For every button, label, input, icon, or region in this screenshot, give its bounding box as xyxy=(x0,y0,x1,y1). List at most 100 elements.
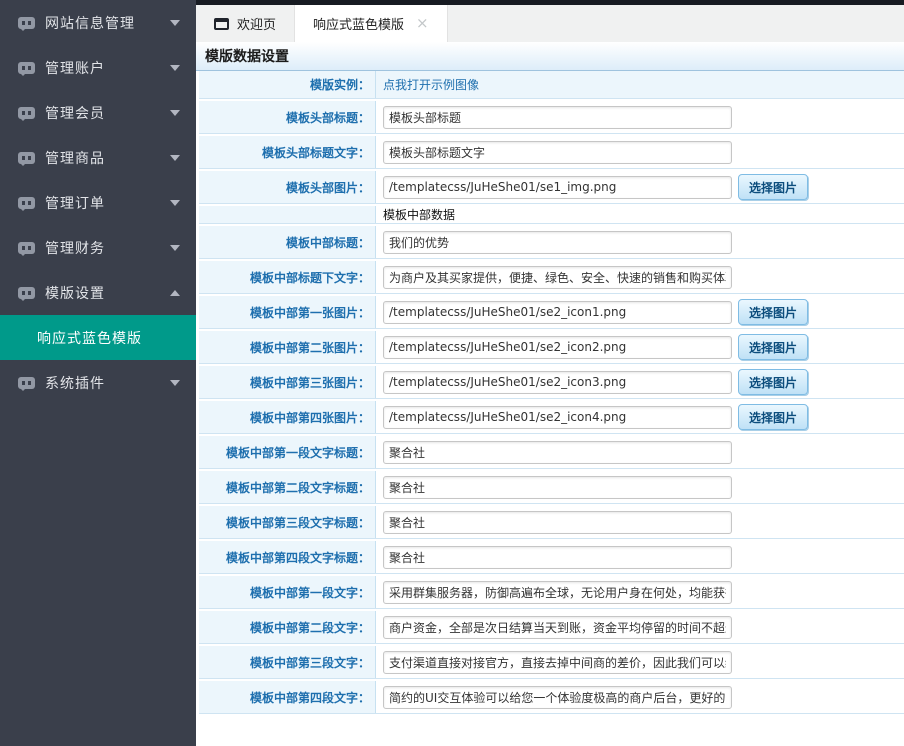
field-label: 模板中部标题下文字： xyxy=(199,261,376,293)
form-row-header-image: 模板头部图片： 选择图片 xyxy=(199,171,904,204)
field-label: 模板中部第三段文字： xyxy=(199,646,376,678)
middle-text-4-input[interactable] xyxy=(383,686,732,709)
sidebar-subitem-blue-template-active[interactable]: 响应式蓝色模版 xyxy=(0,315,196,360)
choose-image-button[interactable]: 选择图片 xyxy=(738,369,808,395)
header-title-text-input[interactable] xyxy=(383,141,732,164)
choose-image-button[interactable]: 选择图片 xyxy=(738,174,808,200)
sidebar-item-label: 模版设置 xyxy=(45,283,105,303)
sidebar-item-site-info[interactable]: 网站信息管理 xyxy=(0,0,196,45)
sidebar-item-template-settings[interactable]: 模版设置 xyxy=(0,270,196,315)
form-row-middle-text-1: 模板中部第一段文字： xyxy=(199,576,904,609)
header-title-input[interactable] xyxy=(383,106,732,129)
field-label: 模板中部第二段文字： xyxy=(199,611,376,643)
app-window: 网站信息管理 管理账户 管理会员 管理商品 管理订单 管理财务 xyxy=(0,0,904,746)
form-row-middle-text-4: 模板中部第四段文字： xyxy=(199,681,904,714)
middle-text-1-input[interactable] xyxy=(383,581,732,604)
middle-text-title-1-input[interactable] xyxy=(383,441,732,464)
field-label: 模板中部第二段文字标题： xyxy=(199,471,376,503)
middle-text-title-4-input[interactable] xyxy=(383,546,732,569)
sidebar-subitem-label: 响应式蓝色模版 xyxy=(37,328,142,348)
field-label xyxy=(199,206,376,223)
sidebar-item-products[interactable]: 管理商品 xyxy=(0,135,196,180)
chevron-down-icon xyxy=(170,110,180,116)
monitor-icon xyxy=(18,242,35,254)
form-row-middle-subtitle-text: 模板中部标题下文字： xyxy=(199,261,904,294)
chevron-down-icon xyxy=(170,65,180,71)
chevron-down-icon xyxy=(170,20,180,26)
middle-image-4-input[interactable] xyxy=(383,406,732,429)
field-label: 模板中部第一段文字： xyxy=(199,576,376,608)
form-row-middle-text-2: 模板中部第二段文字： xyxy=(199,611,904,644)
choose-image-button[interactable]: 选择图片 xyxy=(738,334,808,360)
form-row-header-title-text: 模板头部标题文字： xyxy=(199,136,904,169)
sidebar-item-members[interactable]: 管理会员 xyxy=(0,90,196,135)
tab-welcome[interactable]: 欢迎页 xyxy=(196,5,294,42)
middle-text-title-3-input[interactable] xyxy=(383,511,732,534)
monitor-icon xyxy=(18,287,35,299)
sidebar-item-finance[interactable]: 管理财务 xyxy=(0,225,196,270)
form-row-middle-image-4: 模板中部第四张图片： 选择图片 xyxy=(199,401,904,434)
main-area: 欢迎页 响应式蓝色模版 × 模版数据设置 模版实例： 点我打开示例图像 模板头部… xyxy=(196,0,904,746)
choose-image-button[interactable]: 选择图片 xyxy=(738,404,808,430)
sidebar-item-label: 网站信息管理 xyxy=(45,13,135,33)
sidebar-item-accounts[interactable]: 管理账户 xyxy=(0,45,196,90)
open-example-image-link[interactable]: 点我打开示例图像 xyxy=(383,76,479,93)
form-row-template-instance: 模版实例： 点我打开示例图像 xyxy=(199,71,904,99)
chevron-down-icon xyxy=(170,155,180,161)
field-label: 模板中部第一段文字标题： xyxy=(199,436,376,468)
form-row-middle-text-title-2: 模板中部第二段文字标题： xyxy=(199,471,904,504)
field-label: 模板中部第一张图片： xyxy=(199,296,376,328)
monitor-icon xyxy=(18,17,35,29)
monitor-icon xyxy=(18,107,35,119)
field-label: 模版实例： xyxy=(199,71,376,98)
form-row-middle-image-2: 模板中部第二张图片： 选择图片 xyxy=(199,331,904,364)
middle-subtitle-text-input[interactable] xyxy=(383,266,732,289)
close-icon[interactable]: × xyxy=(416,16,429,31)
tab-blue-template[interactable]: 响应式蓝色模版 × xyxy=(294,5,448,42)
tab-label: 欢迎页 xyxy=(237,14,276,33)
form-row-header-title: 模板头部标题： xyxy=(199,101,904,134)
window-icon xyxy=(214,18,229,30)
form-row-middle-text-title-3: 模板中部第三段文字标题： xyxy=(199,506,904,539)
field-label: 模板中部第四张图片： xyxy=(199,401,376,433)
form-row-middle-section: 模板中部数据 xyxy=(199,206,904,224)
sidebar-item-label: 管理订单 xyxy=(45,193,105,213)
middle-image-1-input[interactable] xyxy=(383,301,732,324)
field-label: 模板中部第四段文字： xyxy=(199,681,376,713)
sidebar-item-label: 管理商品 xyxy=(45,148,105,168)
middle-text-3-input[interactable] xyxy=(383,651,732,674)
choose-image-button[interactable]: 选择图片 xyxy=(738,299,808,325)
sidebar-item-label: 系统插件 xyxy=(45,373,105,393)
sidebar-item-orders[interactable]: 管理订单 xyxy=(0,180,196,225)
sidebar-item-label: 管理财务 xyxy=(45,238,105,258)
header-image-input[interactable] xyxy=(383,176,732,199)
section-title: 模板中部数据 xyxy=(383,206,455,223)
monitor-icon xyxy=(18,197,35,209)
form-row-middle-title: 模板中部标题： xyxy=(199,226,904,259)
panel-title-bar: 模版数据设置 xyxy=(196,42,904,71)
middle-image-3-input[interactable] xyxy=(383,371,732,394)
field-label: 模板中部第三段文字标题： xyxy=(199,506,376,538)
sidebar: 网站信息管理 管理账户 管理会员 管理商品 管理订单 管理财务 xyxy=(0,0,196,746)
field-label: 模板中部第二张图片： xyxy=(199,331,376,363)
form-row-middle-text-3: 模板中部第三段文字： xyxy=(199,646,904,679)
chevron-down-icon xyxy=(170,245,180,251)
form-row-middle-text-title-1: 模板中部第一段文字标题： xyxy=(199,436,904,469)
field-label: 模板中部第四段文字标题： xyxy=(199,541,376,573)
chevron-down-icon xyxy=(170,380,180,386)
middle-text-2-input[interactable] xyxy=(383,616,732,639)
sidebar-item-plugins[interactable]: 系统插件 xyxy=(0,360,196,405)
form-row-middle-text-title-4: 模板中部第四段文字标题： xyxy=(199,541,904,574)
field-label: 模板头部图片： xyxy=(199,171,376,203)
panel-title: 模版数据设置 xyxy=(205,46,289,66)
field-label: 模板中部标题： xyxy=(199,226,376,258)
field-label: 模板头部标题文字： xyxy=(199,136,376,168)
middle-image-2-input[interactable] xyxy=(383,336,732,359)
monitor-icon xyxy=(18,62,35,74)
monitor-icon xyxy=(18,152,35,164)
middle-text-title-2-input[interactable] xyxy=(383,476,732,499)
monitor-icon xyxy=(18,377,35,389)
field-label: 模板头部标题： xyxy=(199,101,376,133)
middle-title-input[interactable] xyxy=(383,231,732,254)
form-row-middle-image-3: 模板中部第三张图片： 选择图片 xyxy=(199,366,904,399)
